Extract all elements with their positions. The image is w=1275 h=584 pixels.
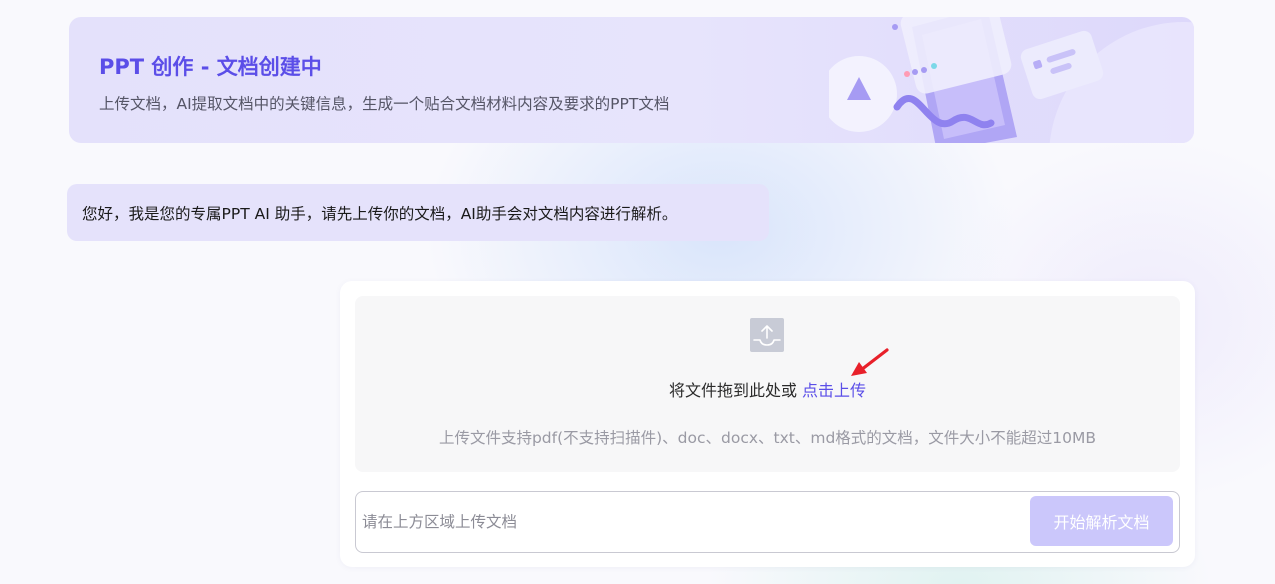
document-input-box: 开始解析文档	[355, 491, 1180, 553]
banner-illustration	[829, 17, 1194, 143]
header-banner: PPT 创作 - 文档创建中 上传文档，AI提取文档中的关键信息，生成一个贴合文…	[69, 17, 1194, 143]
page-title: PPT 创作 - 文档创建中	[99, 55, 322, 79]
upload-dropzone[interactable]: 将文件拖到此处或 点击上传 上传文件支持pdf(不支持扫描件)、doc、docx…	[355, 296, 1180, 472]
drop-text: 将文件拖到此处或	[668, 381, 803, 400]
upload-icon	[750, 318, 784, 352]
upload-format-hint: 上传文件支持pdf(不支持扫描件)、doc、docx、txt、md格式的文档，文…	[438, 429, 1097, 447]
drop-instruction: 将文件拖到此处或 点击上传	[355, 377, 1180, 401]
assistant-message: 您好，我是您的专属PPT AI 助手，请先上传你的文档，AI助手会对文档内容进行…	[67, 184, 769, 241]
click-upload-link[interactable]: 点击上传	[802, 381, 866, 400]
upload-card: 将文件拖到此处或 点击上传 上传文件支持pdf(不支持扫描件)、doc、docx…	[340, 281, 1195, 567]
red-arrow-annotation	[851, 348, 889, 376]
document-input[interactable]	[362, 502, 1012, 542]
start-parse-button[interactable]: 开始解析文档	[1030, 496, 1173, 546]
page-subtitle: 上传文档，AI提取文档中的关键信息，生成一个贴合文档材料内容及要求的PPT文档	[99, 95, 670, 113]
